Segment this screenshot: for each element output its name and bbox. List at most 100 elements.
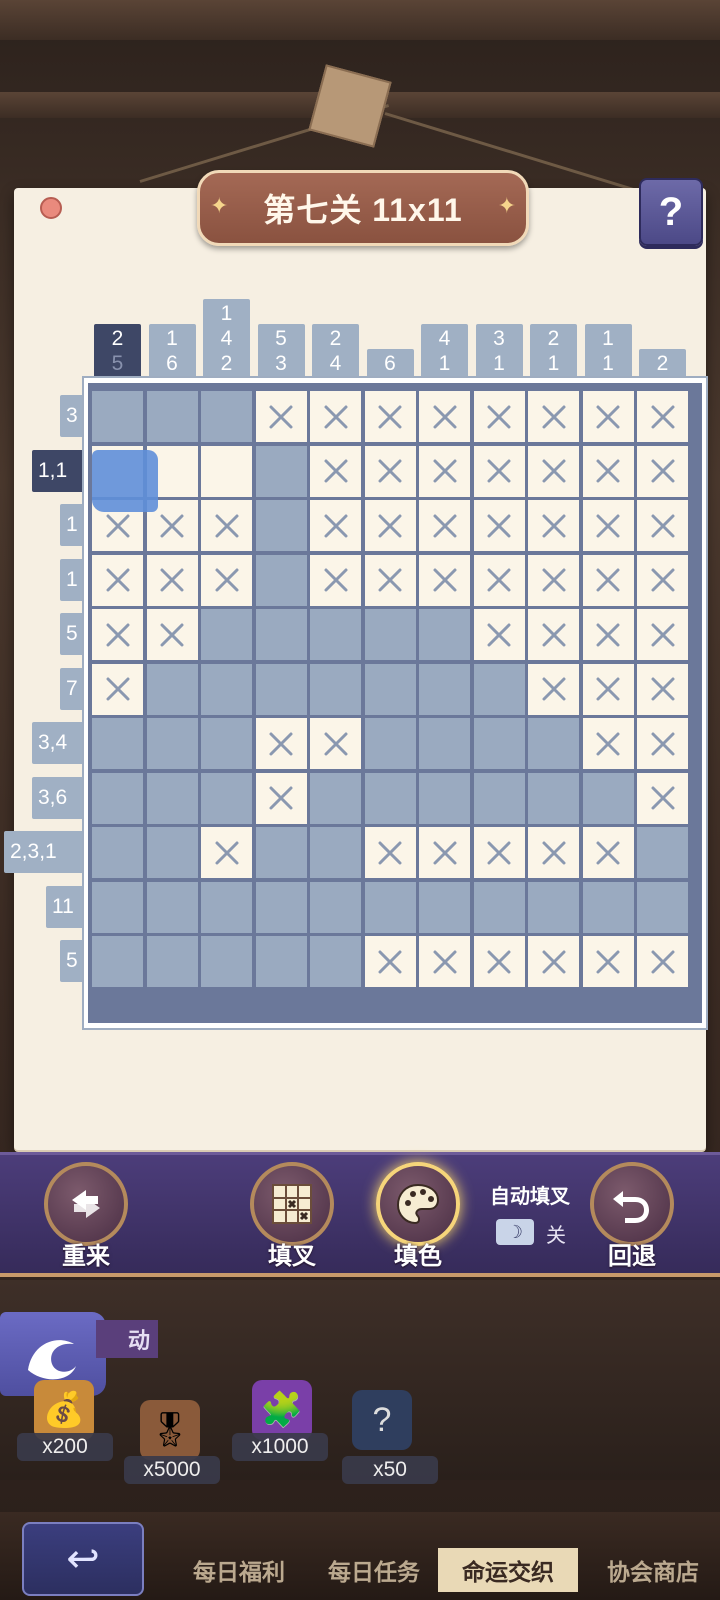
grid-cell[interactable]	[473, 772, 525, 824]
grid-cell[interactable]	[310, 936, 361, 987]
grid-cell[interactable]	[92, 772, 143, 824]
grid-cell[interactable]	[146, 827, 198, 878]
grid-cell[interactable]	[92, 609, 143, 660]
grid-cell[interactable]	[255, 391, 307, 442]
grid-cell[interactable]	[201, 554, 252, 606]
grid-cell[interactable]	[201, 827, 252, 878]
grid-cell[interactable]	[92, 663, 143, 715]
undo-button[interactable]	[590, 1162, 674, 1246]
grid-cell[interactable]	[528, 554, 579, 606]
grid-cell[interactable]	[419, 718, 470, 769]
grid-cell[interactable]	[637, 718, 688, 769]
grid-cell[interactable]	[637, 936, 688, 987]
grid-cell[interactable]	[473, 554, 525, 606]
grid-cell[interactable]	[146, 391, 198, 442]
grid-cell[interactable]	[364, 881, 416, 933]
grid-cell[interactable]	[201, 609, 252, 660]
grid-cell[interactable]	[419, 554, 470, 606]
grid-cell[interactable]	[146, 609, 198, 660]
grid-cell[interactable]	[201, 718, 252, 769]
grid-cell[interactable]	[528, 663, 579, 715]
grid-cell[interactable]	[364, 936, 416, 987]
grid-cell[interactable]	[364, 554, 416, 606]
grid-cell[interactable]	[528, 881, 579, 933]
back-button[interactable]: ↩	[22, 1522, 144, 1596]
grid-cell[interactable]	[364, 772, 416, 824]
tab-guild-shop[interactable]: 协会商店	[590, 1548, 716, 1592]
grid-cell[interactable]	[146, 936, 198, 987]
grid-cell[interactable]	[310, 881, 361, 933]
grid-cell[interactable]	[419, 500, 470, 551]
grid-cell[interactable]	[637, 881, 688, 933]
tab-daily-task[interactable]: 每日任务	[312, 1548, 436, 1592]
grid-cell[interactable]	[92, 718, 143, 769]
grid-cell[interactable]	[255, 445, 307, 497]
grid-cell[interactable]	[364, 663, 416, 715]
grid-cell[interactable]	[364, 827, 416, 878]
grid-cell[interactable]	[255, 772, 307, 824]
grid-cell[interactable]	[146, 881, 198, 933]
restart-button[interactable]	[44, 1162, 128, 1246]
grid-cell[interactable]	[473, 609, 525, 660]
fill-color-button[interactable]	[376, 1162, 460, 1246]
grid-cell[interactable]	[637, 445, 688, 497]
grid-cell[interactable]	[92, 554, 143, 606]
grid-cell[interactable]	[528, 936, 579, 987]
grid-cell[interactable]	[255, 500, 307, 551]
grid-cell[interactable]	[582, 391, 634, 442]
grid-cell[interactable]	[582, 500, 634, 551]
grid-cell[interactable]	[582, 881, 634, 933]
grid-cell[interactable]	[146, 718, 198, 769]
grid-cell[interactable]	[310, 554, 361, 606]
grid-cell[interactable]	[473, 445, 525, 497]
grid-cell[interactable]	[637, 609, 688, 660]
grid-cell[interactable]	[92, 827, 143, 878]
grid-cell[interactable]	[201, 936, 252, 987]
grid-cell[interactable]	[582, 554, 634, 606]
help-button[interactable]: ?	[639, 178, 703, 246]
grid-cell[interactable]	[201, 445, 252, 497]
grid-cell[interactable]	[201, 500, 252, 551]
grid-cell[interactable]	[255, 663, 307, 715]
grid-cell[interactable]	[364, 445, 416, 497]
grid-cell[interactable]	[201, 772, 252, 824]
grid-cell[interactable]	[310, 663, 361, 715]
grid-cell[interactable]	[582, 772, 634, 824]
grid-cell[interactable]	[255, 718, 307, 769]
grid-cell[interactable]	[528, 609, 579, 660]
grid-cell[interactable]	[637, 827, 688, 878]
grid-cell[interactable]	[473, 718, 525, 769]
grid-cell[interactable]	[310, 772, 361, 824]
grid-cell[interactable]	[255, 936, 307, 987]
grid-cell[interactable]	[201, 881, 252, 933]
grid-cell[interactable]	[528, 772, 579, 824]
grid-cell[interactable]	[419, 663, 470, 715]
grid-cell[interactable]	[637, 500, 688, 551]
grid-cell[interactable]	[419, 881, 470, 933]
grid-cell[interactable]	[419, 827, 470, 878]
grid-cell[interactable]	[146, 554, 198, 606]
grid-cell[interactable]	[528, 500, 579, 551]
grid-cell[interactable]	[419, 391, 470, 442]
grid-cell[interactable]	[310, 500, 361, 551]
grid-cell[interactable]	[310, 718, 361, 769]
grid-cell[interactable]	[637, 554, 688, 606]
grid-cell[interactable]	[528, 391, 579, 442]
grid-cell[interactable]	[364, 500, 416, 551]
grid-cell[interactable]	[582, 718, 634, 769]
grid-cell[interactable]	[419, 936, 470, 987]
grid-cell[interactable]	[473, 500, 525, 551]
grid-cell[interactable]	[473, 936, 525, 987]
grid-cell[interactable]	[201, 663, 252, 715]
tab-daily-welfare[interactable]: 每日福利	[176, 1548, 302, 1592]
grid-cell[interactable]	[528, 445, 579, 497]
grid-cell[interactable]	[201, 391, 252, 442]
grid-cell[interactable]	[364, 609, 416, 660]
grid-cell[interactable]	[92, 936, 143, 987]
grid-cell[interactable]	[637, 772, 688, 824]
auto-cross-toggle[interactable]: ☽	[496, 1219, 534, 1245]
tab-fate-interweave[interactable]: 命运交织	[438, 1548, 578, 1592]
grid-cell[interactable]	[255, 881, 307, 933]
grid-cell[interactable]	[528, 718, 579, 769]
grid-cell[interactable]	[473, 663, 525, 715]
